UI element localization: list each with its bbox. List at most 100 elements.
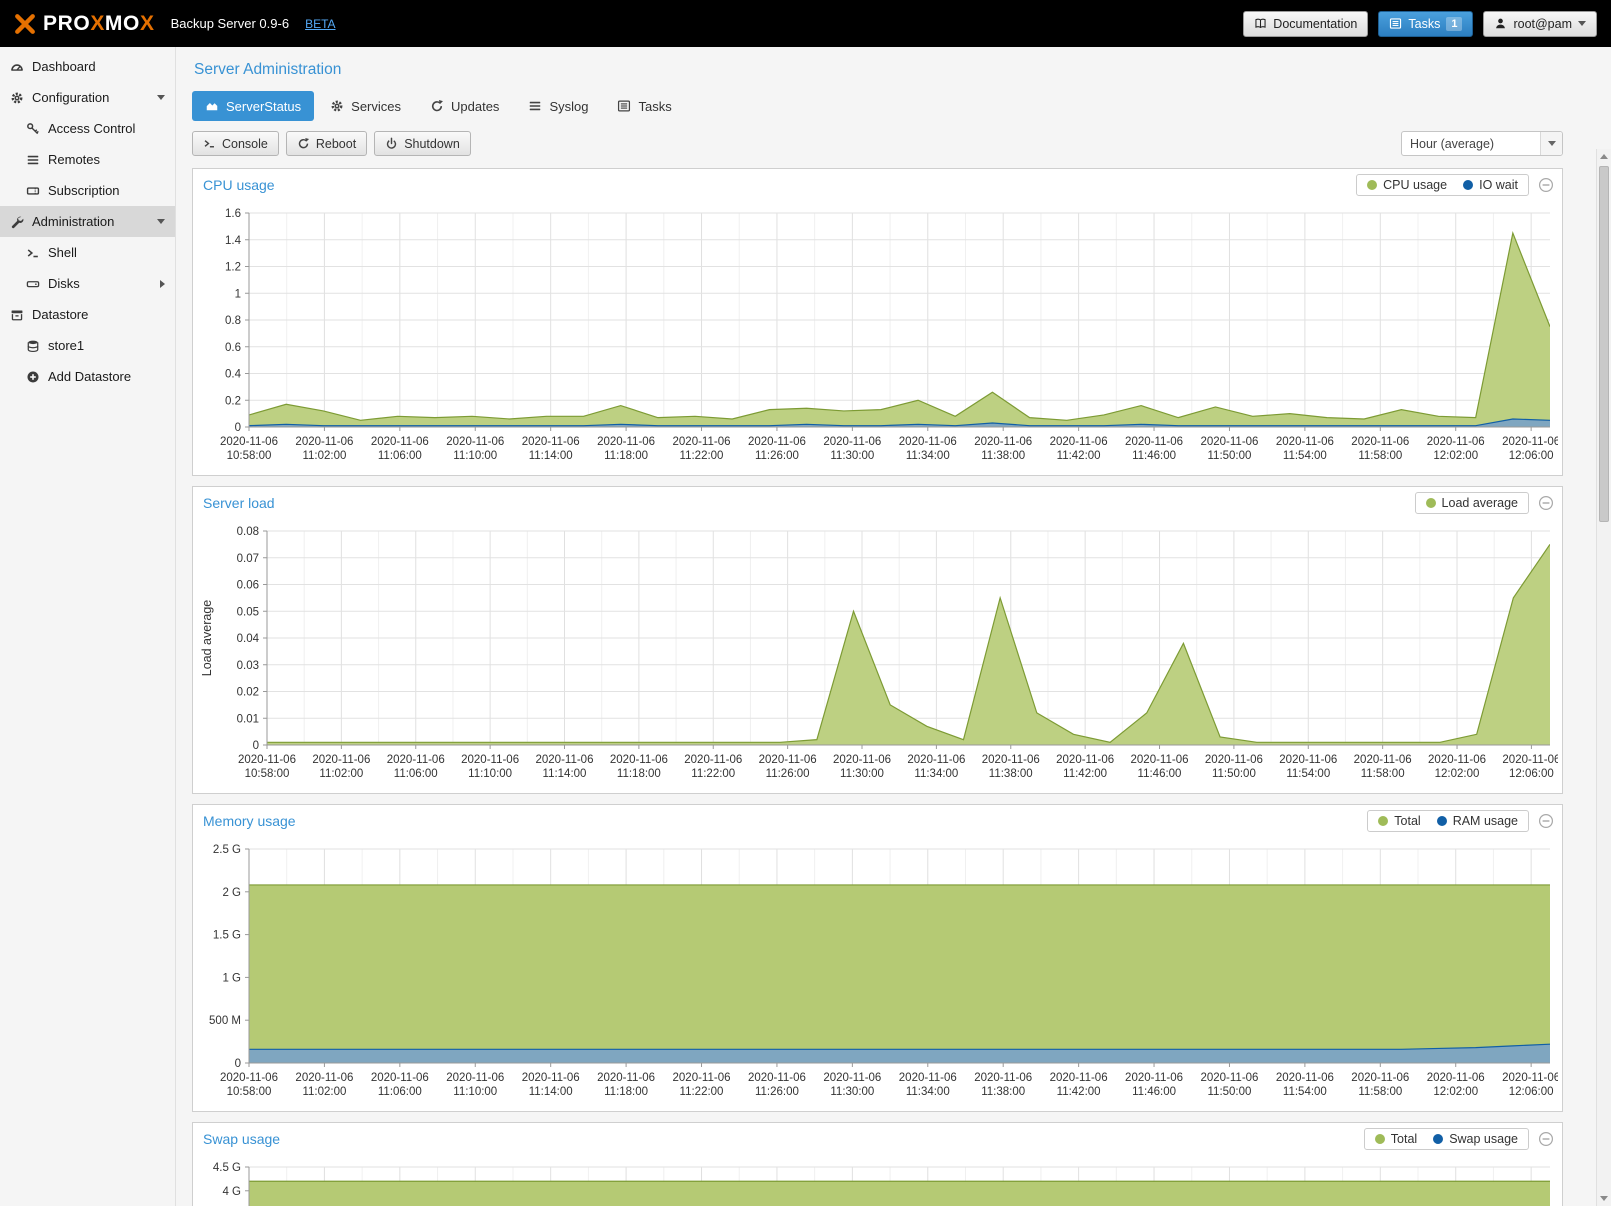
svg-text:11:02:00: 11:02:00 bbox=[302, 1086, 346, 1098]
svg-text:2020-11-06: 2020-11-06 bbox=[371, 1072, 429, 1084]
chart-legend: Load average bbox=[1415, 492, 1529, 514]
key-icon bbox=[26, 122, 40, 136]
legend-item[interactable]: IO wait bbox=[1463, 178, 1518, 192]
tab-syslog[interactable]: Syslog bbox=[515, 91, 601, 121]
svg-text:11:46:00: 11:46:00 bbox=[1132, 1086, 1176, 1098]
sidebar-item-subscription[interactable]: Subscription bbox=[0, 175, 175, 206]
tab-updates[interactable]: Updates bbox=[417, 91, 512, 121]
panel-title: Server load bbox=[203, 495, 275, 511]
legend-item[interactable]: CPU usage bbox=[1367, 178, 1447, 192]
svg-text:2020-11-06: 2020-11-06 bbox=[1502, 1072, 1558, 1084]
grid bbox=[249, 213, 1550, 427]
svg-text:2020-11-06: 2020-11-06 bbox=[1502, 436, 1558, 448]
svg-text:0: 0 bbox=[253, 740, 259, 752]
chart-area-icon bbox=[205, 99, 219, 113]
legend-dot-icon bbox=[1367, 180, 1377, 190]
svg-text:0: 0 bbox=[235, 422, 241, 434]
series-group bbox=[249, 233, 1550, 427]
reboot-button[interactable]: Reboot bbox=[286, 131, 367, 156]
sidebar-item-add-datastore[interactable]: Add Datastore bbox=[0, 361, 175, 392]
sidebar-item-administration[interactable]: Administration bbox=[0, 206, 175, 237]
legend-item[interactable]: Swap usage bbox=[1433, 1132, 1518, 1146]
svg-text:0.4: 0.4 bbox=[225, 369, 242, 381]
shutdown-button[interactable]: Shutdown bbox=[374, 131, 471, 156]
svg-text:2020-11-06: 2020-11-06 bbox=[899, 436, 957, 448]
collapse-panel-icon[interactable] bbox=[1538, 495, 1554, 511]
panel-title: Swap usage bbox=[203, 1131, 280, 1147]
svg-text:12:06:00: 12:06:00 bbox=[1509, 450, 1554, 462]
chart-legend: Total Swap usage bbox=[1364, 1128, 1529, 1150]
legend-item[interactable]: RAM usage bbox=[1437, 814, 1518, 828]
scrollbar[interactable] bbox=[1596, 149, 1611, 1206]
sidebar-item-configuration[interactable]: Configuration bbox=[0, 82, 175, 113]
svg-text:2020-11-06: 2020-11-06 bbox=[748, 1072, 806, 1084]
gear-icon bbox=[330, 99, 344, 113]
scrollbar-thumb[interactable] bbox=[1599, 166, 1609, 522]
legend-item[interactable]: Total bbox=[1378, 814, 1420, 828]
panel-header: Swap usage Total Swap usage bbox=[193, 1123, 1562, 1155]
sidebar-item-dashboard[interactable]: Dashboard bbox=[0, 51, 175, 82]
sidebar-item-shell[interactable]: Shell bbox=[0, 237, 175, 268]
plus-circle-icon bbox=[26, 370, 40, 384]
svg-text:11:06:00: 11:06:00 bbox=[378, 1086, 422, 1098]
sidebar-item-remotes[interactable]: Remotes bbox=[0, 144, 175, 175]
documentation-button[interactable]: Documentation bbox=[1243, 11, 1368, 37]
scrollbar-up-button[interactable] bbox=[1597, 149, 1611, 164]
arrow-down-icon[interactable] bbox=[1600, 1196, 1608, 1201]
svg-text:10:58:00: 10:58:00 bbox=[227, 1086, 272, 1098]
collapse-panel-icon[interactable] bbox=[1538, 1131, 1554, 1147]
chevron-down-icon[interactable] bbox=[157, 95, 165, 100]
chevron-down-icon bbox=[1548, 141, 1556, 146]
sidebar-item-datastore[interactable]: Datastore bbox=[0, 299, 175, 330]
svg-text:11:50:00: 11:50:00 bbox=[1208, 450, 1252, 462]
tab-tasks[interactable]: Tasks bbox=[604, 91, 684, 121]
tab-serverstatus[interactable]: ServerStatus bbox=[192, 91, 314, 121]
tasks-count-badge: 1 bbox=[1446, 17, 1462, 31]
svg-text:2020-11-06: 2020-11-06 bbox=[597, 1072, 655, 1084]
sidebar-item-access-control[interactable]: Access Control bbox=[0, 113, 175, 144]
svg-text:11:58:00: 11:58:00 bbox=[1361, 768, 1405, 780]
legend-dot-icon bbox=[1378, 816, 1388, 826]
svg-text:11:02:00: 11:02:00 bbox=[319, 768, 363, 780]
svg-text:2020-11-06: 2020-11-06 bbox=[1050, 1072, 1108, 1084]
sidebar-item-disks[interactable]: Disks bbox=[0, 268, 175, 299]
svg-text:1.5 G: 1.5 G bbox=[213, 930, 241, 942]
tasks-button[interactable]: Tasks 1 bbox=[1378, 11, 1473, 37]
svg-text:0.05: 0.05 bbox=[237, 606, 259, 618]
chevron-down-icon bbox=[1578, 21, 1586, 26]
svg-text:11:14:00: 11:14:00 bbox=[543, 768, 587, 780]
svg-text:10:58:00: 10:58:00 bbox=[245, 768, 290, 780]
tasks-icon bbox=[1389, 17, 1402, 30]
legend-dot-icon bbox=[1463, 180, 1473, 190]
series-group bbox=[249, 885, 1550, 1063]
svg-text:11:34:00: 11:34:00 bbox=[914, 768, 958, 780]
svg-text:0.2: 0.2 bbox=[225, 395, 241, 407]
legend-dot-icon bbox=[1433, 1134, 1443, 1144]
svg-text:11:46:00: 11:46:00 bbox=[1138, 768, 1182, 780]
chevron-right-icon[interactable] bbox=[160, 280, 165, 288]
swap-usage-chart: 0500 M1 G1.5 G2 G2.5 G3 G3.5 G4 G4.5 G20… bbox=[197, 1157, 1558, 1206]
grid bbox=[267, 531, 1550, 745]
collapse-panel-icon[interactable] bbox=[1538, 813, 1554, 829]
chevron-down-icon[interactable] bbox=[157, 219, 165, 224]
tab-services[interactable]: Services bbox=[317, 91, 414, 121]
select-trigger[interactable] bbox=[1540, 132, 1562, 155]
legend-item[interactable]: Load average bbox=[1426, 496, 1518, 510]
ticket-icon bbox=[26, 184, 40, 198]
memory-usage-panel: Memory usageTotalRAM usage0500 M1 G1.5 G… bbox=[192, 804, 1563, 1112]
svg-text:2020-11-06: 2020-11-06 bbox=[1351, 436, 1409, 448]
user-menu-button[interactable]: root@pam bbox=[1483, 11, 1597, 37]
svg-text:2020-11-06: 2020-11-06 bbox=[974, 1072, 1032, 1084]
svg-text:11:42:00: 11:42:00 bbox=[1063, 768, 1107, 780]
svg-text:2020-11-06: 2020-11-06 bbox=[446, 1072, 504, 1084]
collapse-panel-icon[interactable] bbox=[1538, 177, 1554, 193]
svg-text:4 G: 4 G bbox=[222, 1186, 241, 1198]
console-button[interactable]: Console bbox=[192, 131, 279, 156]
legend-item[interactable]: Total bbox=[1375, 1132, 1417, 1146]
svg-text:11:26:00: 11:26:00 bbox=[755, 450, 799, 462]
beta-link[interactable]: BETA bbox=[305, 17, 335, 31]
svg-text:2020-11-06: 2020-11-06 bbox=[522, 1072, 580, 1084]
legend-dot-icon bbox=[1437, 816, 1447, 826]
timeframe-select[interactable]: Hour (average) bbox=[1401, 131, 1563, 156]
sidebar-item-store1[interactable]: store1 bbox=[0, 330, 175, 361]
